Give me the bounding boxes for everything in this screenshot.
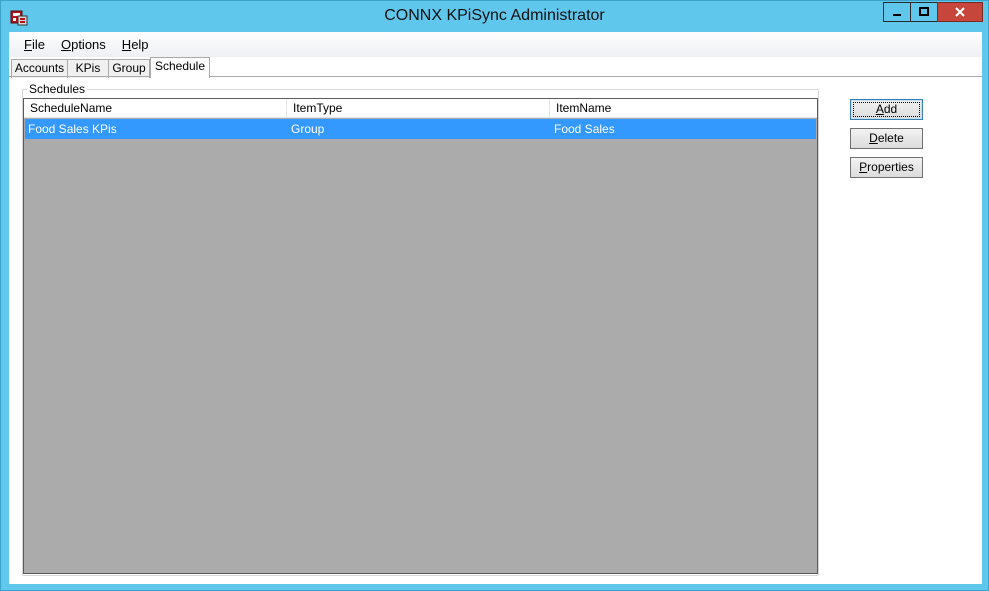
schedules-group-label: Schedules bbox=[27, 82, 88, 96]
minimize-icon bbox=[893, 14, 901, 16]
delete-label: elete bbox=[877, 131, 904, 145]
menu-file-label: ile bbox=[31, 37, 45, 52]
cell-itemname: Food Sales bbox=[554, 122, 615, 136]
menu-file-accel: F bbox=[24, 37, 32, 52]
list-header: ScheduleName ItemType ItemName bbox=[24, 99, 817, 118]
cell-schedulename: Food Sales KPis bbox=[28, 122, 117, 136]
properties-label: roperties bbox=[867, 160, 914, 174]
add-accel: A bbox=[875, 102, 884, 116]
client-area: File Options Help Accounts KPis Group Sc… bbox=[9, 32, 982, 584]
close-button[interactable] bbox=[937, 2, 983, 22]
maximize-button[interactable] bbox=[910, 2, 938, 22]
column-header-schedulename[interactable]: ScheduleName bbox=[24, 99, 287, 118]
schedules-list[interactable]: ScheduleName ItemType ItemName Food Sale… bbox=[23, 98, 818, 574]
menu-file[interactable]: File bbox=[16, 32, 53, 57]
menu-help[interactable]: Help bbox=[114, 32, 157, 57]
menu-bar: File Options Help bbox=[9, 32, 982, 57]
properties-accel: P bbox=[859, 160, 868, 174]
title-bar[interactable]: CONNX KPiSync Administrator bbox=[1, 1, 988, 32]
column-header-itemname[interactable]: ItemName bbox=[550, 99, 815, 118]
column-header-itemtype[interactable]: ItemType bbox=[287, 99, 550, 118]
add-button[interactable]: Add bbox=[850, 99, 923, 120]
properties-button[interactable]: Properties bbox=[850, 157, 923, 178]
window-title: CONNX KPiSync Administrator bbox=[384, 7, 605, 24]
tab-strip: Accounts KPis Group Schedule bbox=[9, 57, 982, 78]
add-label: dd bbox=[883, 102, 898, 116]
delete-accel: D bbox=[869, 131, 878, 145]
menu-options-label: ptions bbox=[71, 37, 106, 52]
app-window: CONNX KPiSync Administrator File Options… bbox=[0, 0, 989, 591]
close-icon bbox=[955, 7, 965, 17]
menu-help-label: elp bbox=[131, 37, 149, 52]
maximize-icon bbox=[919, 7, 929, 16]
menu-help-accel: H bbox=[121, 37, 132, 52]
menu-options-accel: O bbox=[60, 37, 72, 52]
table-row[interactable]: Food Sales KPis Group Food Sales bbox=[25, 119, 816, 139]
menu-options[interactable]: Options bbox=[53, 32, 114, 57]
cell-itemtype: Group bbox=[291, 122, 325, 136]
minimize-button[interactable] bbox=[883, 2, 911, 22]
tab-schedule[interactable]: Schedule bbox=[150, 57, 210, 78]
delete-button[interactable]: Delete bbox=[850, 128, 923, 149]
